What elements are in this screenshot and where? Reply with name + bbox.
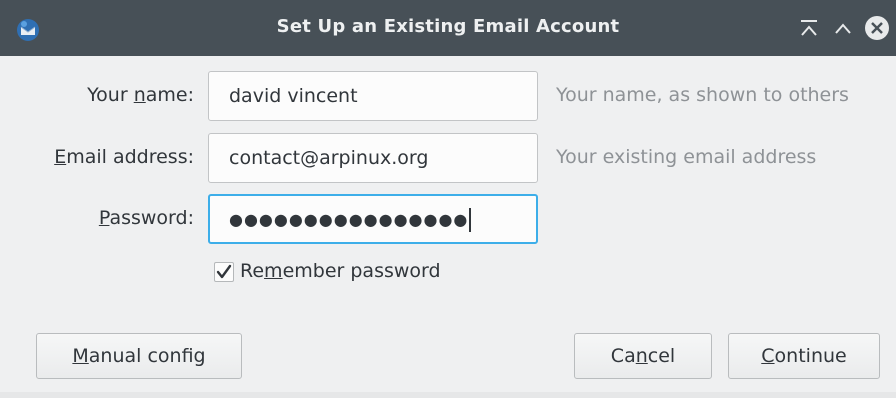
chevron-up-icon[interactable]	[832, 16, 854, 40]
text-caret	[469, 207, 472, 232]
keep-above-icon[interactable]	[798, 16, 820, 40]
email-label-mnemonic: E	[54, 146, 67, 168]
remember-password-label[interactable]: Remember password	[240, 260, 441, 282]
name-label-part: Your	[87, 84, 134, 106]
email-field[interactable]: contact@arpinux.org	[208, 133, 538, 183]
button-label-part: Ca	[610, 345, 636, 367]
email-hint: Your existing email address	[556, 146, 817, 168]
remember-label-part: Re	[240, 260, 265, 282]
password-label: Password:	[99, 207, 194, 229]
continue-button[interactable]: Continue	[728, 333, 880, 379]
checkmark-icon	[216, 264, 232, 279]
password-field-value: ●●●●●●●●●●●●●●●●	[229, 210, 469, 229]
email-label: Email address:	[54, 146, 194, 168]
title-bar[interactable]: Set Up an Existing Email Account	[0, 0, 896, 56]
password-label-mnemonic: P	[98, 207, 110, 229]
email-label-part: mail address:	[66, 146, 194, 168]
remember-password-checkbox[interactable]	[214, 262, 234, 282]
name-label: Your name:	[87, 84, 194, 106]
remember-label-mnemonic: m	[264, 260, 283, 282]
cancel-button[interactable]: Cancel	[574, 333, 712, 379]
button-label-part: cel	[647, 345, 676, 367]
name-label-mnemonic: n	[133, 84, 146, 106]
close-icon[interactable]	[864, 15, 890, 41]
name-field[interactable]: david vincent	[208, 71, 538, 121]
name-hint: Your name, as shown to others	[556, 84, 849, 106]
button-label-part: ontinue	[774, 345, 847, 367]
password-label-part: assword:	[109, 207, 194, 229]
password-field[interactable]: ●●●●●●●●●●●●●●●●	[208, 194, 538, 244]
button-label-part: anual config	[88, 345, 206, 367]
button-label-mnemonic: n	[635, 345, 648, 367]
email-field-value: contact@arpinux.org	[229, 147, 429, 169]
remember-label-part: ember password	[282, 260, 441, 282]
button-label-mnemonic: C	[761, 345, 775, 367]
button-label-mnemonic: M	[72, 345, 89, 367]
window-bottom-edge	[0, 392, 896, 398]
name-label-part: ame:	[145, 84, 194, 106]
window-title: Set Up an Existing Email Account	[276, 16, 620, 37]
manual-config-button[interactable]: Manual config	[36, 333, 242, 379]
name-field-value: david vincent	[229, 85, 358, 107]
email-setup-dialog: Set Up an Existing Email Account Your na…	[0, 0, 896, 398]
